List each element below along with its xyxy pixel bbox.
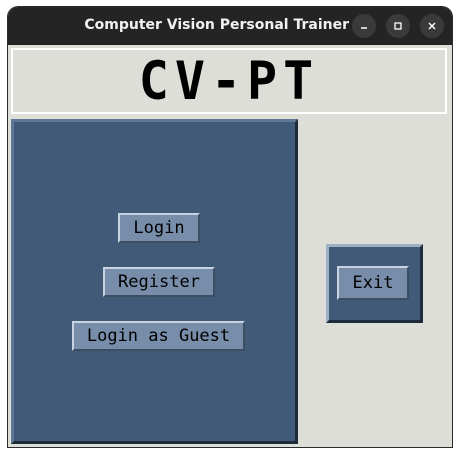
- logo-header: CV-PT: [11, 48, 447, 114]
- window-title: Computer Vision Personal Trainer: [84, 17, 349, 33]
- exit-frame: Exit: [326, 244, 423, 323]
- side-panel: Exit: [298, 119, 449, 444]
- login-button[interactable]: Login: [118, 213, 200, 243]
- auth-panel: Login Register Login as Guest: [11, 119, 298, 444]
- exit-button[interactable]: Exit: [337, 266, 409, 300]
- close-icon: [428, 22, 436, 30]
- minimize-button[interactable]: [352, 14, 376, 38]
- close-button[interactable]: [420, 14, 444, 38]
- app-window: Computer Vision Personal Trainer CV-PT L…: [8, 7, 452, 447]
- title-bar[interactable]: Computer Vision Personal Trainer: [8, 7, 452, 45]
- maximize-button[interactable]: [386, 14, 410, 38]
- maximize-icon: [394, 22, 402, 30]
- app-logo: CV-PT: [138, 50, 320, 112]
- minimize-icon: [361, 27, 367, 29]
- login-as-guest-button[interactable]: Login as Guest: [72, 321, 245, 351]
- register-button[interactable]: Register: [103, 267, 215, 297]
